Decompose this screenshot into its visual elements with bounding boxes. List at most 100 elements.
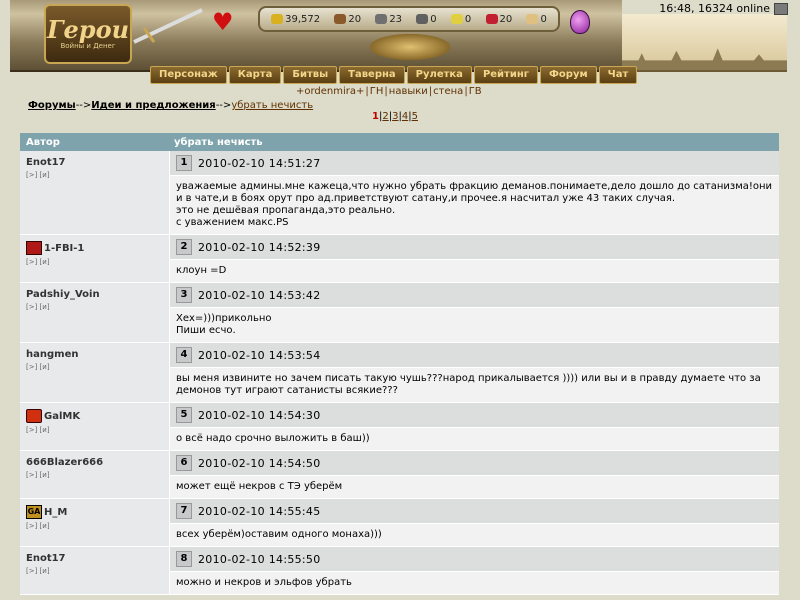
author-links[interactable]: [>] [и] (26, 363, 163, 371)
author-links[interactable]: [>] [и] (26, 171, 163, 179)
author-name-text[interactable]: 1-FBI-1 (44, 243, 84, 254)
post-text-line: уважаемые админы.мне кажеца,что нужно уб… (176, 181, 773, 204)
gems-icon (526, 14, 539, 24)
resource-value: 0 (430, 13, 437, 25)
mail-icon[interactable] (774, 2, 788, 15)
menu-item-5[interactable]: Рулетка (406, 66, 472, 84)
post-body: 5 2010-02-10 14:54:30 о всё надо срочно вы… (170, 403, 779, 450)
author-avatar-icon (26, 241, 42, 255)
post-header: 4 2010-02-10 14:53:54 (170, 343, 779, 368)
menu-item-8[interactable]: Чат (598, 66, 638, 84)
menu-item-7[interactable]: Форум (540, 66, 597, 84)
post-body: 3 2010-02-10 14:53:42 Хех=)))прикольно Пиши… (170, 283, 779, 342)
author-links[interactable]: [>] [и] (26, 258, 163, 266)
post-body: 2 2010-02-10 14:52:39 клоун =D (170, 235, 779, 282)
author-name-text[interactable]: Enot17 (26, 157, 66, 168)
post-number[interactable]: 5 (176, 407, 192, 423)
author-name[interactable]: GalMK (26, 409, 163, 423)
post-header: 8 2010-02-10 14:55:50 (170, 547, 779, 572)
menu-item-6[interactable]: Рейтинг (473, 66, 538, 84)
author-cell: hangmen [>] [и] (20, 343, 170, 402)
post-body: 1 2010-02-10 14:51:27 уважаемые админы.мне… (170, 151, 779, 234)
author-name[interactable]: 666Blazer666 (26, 457, 163, 468)
post-number[interactable]: 2 (176, 239, 192, 255)
author-name[interactable]: Enot17 (26, 157, 163, 168)
author-avatar-icon: GA (26, 505, 42, 519)
resource-value: 0 (540, 13, 547, 25)
post-number[interactable]: 8 (176, 551, 192, 567)
menu-item-4[interactable]: Таверна (339, 66, 405, 84)
post-text-line: Хех=)))прикольно (176, 313, 272, 324)
author-links[interactable]: [>] [и] (26, 303, 163, 311)
post-text: вы меня извините но зачем писать такую ч… (170, 368, 779, 402)
game-logo[interactable]: Герои Войны и Денег (44, 4, 132, 64)
breadcrumb-topic[interactable]: убрать нечисть (231, 100, 313, 111)
submenu-separator: | (384, 86, 388, 97)
author-links[interactable]: [>] [и] (26, 471, 163, 479)
resource-item: 39,572 (271, 14, 320, 25)
author-name[interactable]: Enot17 (26, 553, 163, 564)
menu-item-2[interactable]: Карта (228, 66, 282, 84)
post-number[interactable]: 6 (176, 455, 192, 471)
post-header: 1 2010-02-10 14:51:27 (170, 151, 779, 176)
author-cell: GalMK [>] [и] (20, 403, 170, 450)
author-cell: Enot17 [>] [и] (20, 151, 170, 234)
submenu-link[interactable]: +ordenmira+ (296, 86, 364, 97)
author-name-text[interactable]: hangmen (26, 349, 78, 360)
post-text: всех уберём)оставим одного монаха))) (170, 524, 779, 546)
post-text-line: может ещё некров с ТЭ уберём (176, 481, 343, 492)
page-link[interactable]: 5 (412, 111, 418, 122)
castle-landscape (622, 14, 787, 72)
logo-title: Герои (46, 15, 130, 44)
post-body: 4 2010-02-10 14:53:54 вы меня извините но … (170, 343, 779, 402)
author-links[interactable]: [>] [и] (26, 567, 163, 575)
author-name-text[interactable]: H_M (44, 507, 67, 518)
author-name-text[interactable]: Enot17 (26, 553, 66, 564)
submenu-link[interactable]: ГВ (469, 86, 482, 97)
post-header: 2 2010-02-10 14:52:39 (170, 235, 779, 260)
breadcrumb-forums[interactable]: Форумы (28, 100, 76, 111)
post-text: уважаемые админы.мне кажеца,что нужно уб… (170, 176, 779, 234)
author-name-text[interactable]: 666Blazer666 (26, 457, 103, 468)
post-text: клоун =D (170, 260, 779, 282)
menu-item-1[interactable]: Персонаж (150, 66, 227, 84)
author-name[interactable]: hangmen (26, 349, 163, 360)
breadcrumb-arrow: --> (75, 100, 92, 111)
author-name-text[interactable]: Padshiy_Voin (26, 289, 100, 300)
resource-item: 0 (450, 14, 471, 25)
post-row: hangmen [>] [и] 4 2010-02-10 14:53:54 вы мен… (20, 343, 779, 403)
post-number[interactable]: 3 (176, 287, 192, 303)
post-row: Padshiy_Voin [>] [и] 3 2010-02-10 14:53:42 Х… (20, 283, 779, 343)
post-text-line: о всё надо срочно выложить в баш)) (176, 433, 370, 444)
submenu-separator: | (365, 86, 369, 97)
author-links[interactable]: [>] [и] (26, 522, 163, 530)
post-text: можно и некров и эльфов убрать (170, 572, 779, 594)
post-number[interactable]: 7 (176, 503, 192, 519)
game-header: Герои Войны и Денег ♥ 39,572 20 23 0 0 20 0 16… (0, 0, 800, 97)
author-cell: 666Blazer666 [>] [и] (20, 451, 170, 498)
submenu-link[interactable]: стена (433, 86, 463, 97)
author-name[interactable]: Padshiy_Voin (26, 289, 163, 300)
author-cell: Enot17 [>] [и] (20, 547, 170, 594)
resource-value: 39,572 (285, 13, 321, 25)
resource-item: 0 (526, 13, 547, 25)
author-name[interactable]: 1-FBI-1 (26, 241, 163, 255)
post-row: 1-FBI-1 [>] [и] 2 2010-02-10 14:52:39 клоун … (20, 235, 779, 283)
breadcrumb-section[interactable]: Идеи и предложения (91, 100, 215, 111)
author-name[interactable]: GA H_M (26, 505, 163, 519)
post-date: 2010-02-10 14:51:27 (198, 156, 321, 170)
submenu-link[interactable]: навыки (389, 86, 428, 97)
post-number[interactable]: 4 (176, 347, 192, 363)
menu-item-3[interactable]: Битвы (283, 66, 338, 84)
post-text-line: всех уберём)оставим одного монаха))) (176, 529, 382, 540)
author-name-text[interactable]: GalMK (44, 411, 80, 422)
submenu-link[interactable]: ГН (370, 86, 384, 97)
author-avatar-icon (26, 409, 42, 423)
resources-panel: 39,572 20 23 0 0 20 0 (258, 6, 560, 32)
post-number[interactable]: 1 (176, 155, 192, 171)
author-cell: GA H_M [>] [и] (20, 499, 170, 546)
pagination: 1|2|3|4|5 (372, 111, 418, 122)
post-row: Enot17 [>] [и] 1 2010-02-10 14:51:27 уважаем… (20, 151, 779, 235)
author-links[interactable]: [>] [и] (26, 426, 163, 434)
resource-value: 20 (499, 13, 513, 25)
